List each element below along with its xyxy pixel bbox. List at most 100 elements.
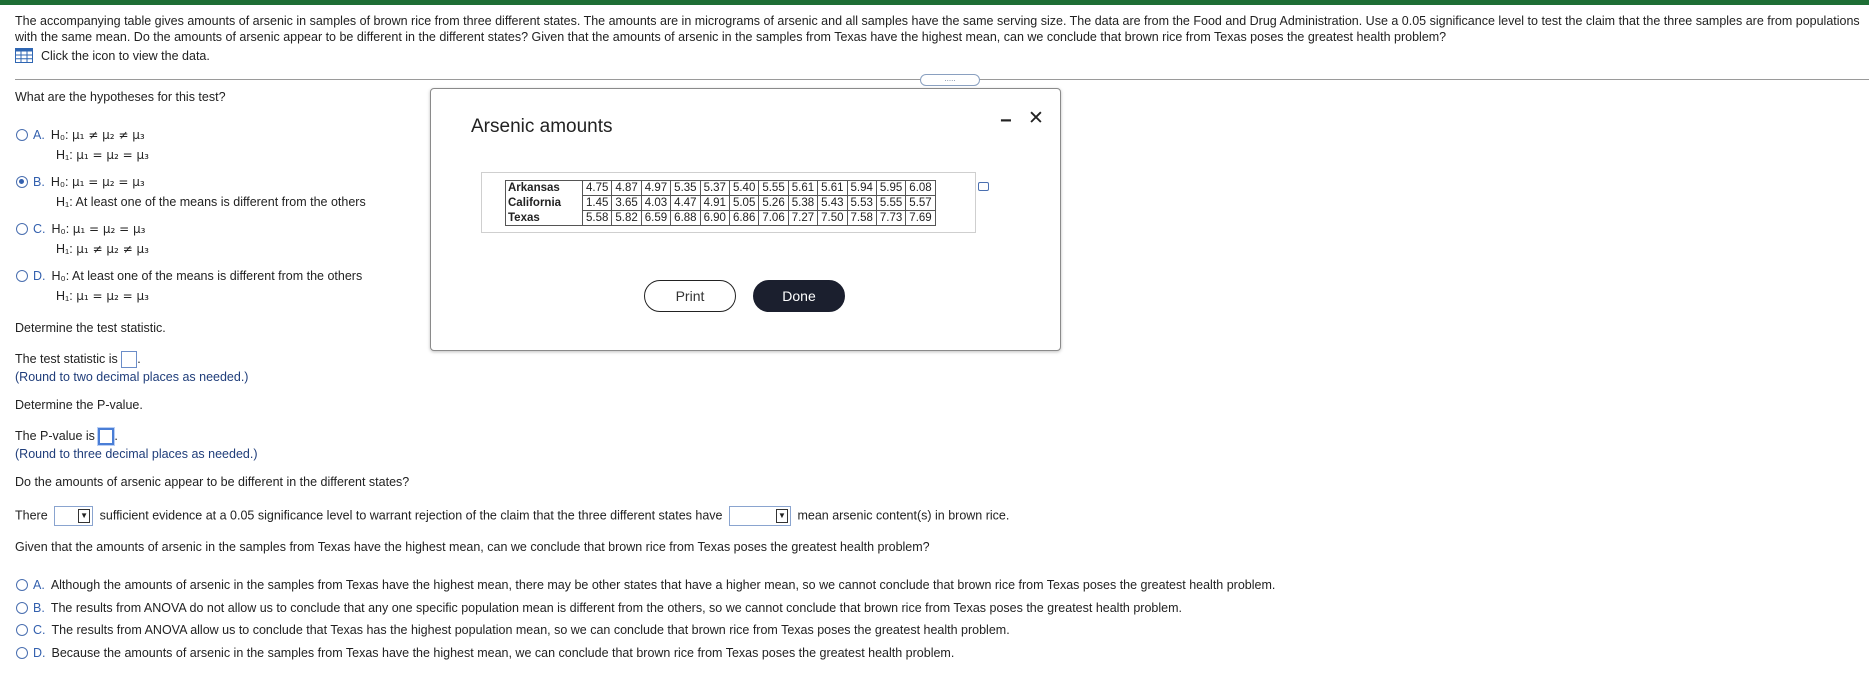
h1-label: H₁: — [56, 242, 73, 256]
p-value-hint: (Round to three decimal places as needed… — [15, 447, 258, 461]
table-grid-icon[interactable] — [15, 48, 33, 63]
option-letter: B. — [33, 601, 45, 615]
h1-label: H₁: — [56, 195, 73, 209]
minimize-icon[interactable]: − — [1000, 111, 1012, 133]
radio-final-d[interactable] — [16, 646, 28, 659]
final-option-b[interactable]: B. The results from ANOVA do not allow us… — [16, 598, 1182, 618]
data-modal: Arsenic amounts − ✕ Arkansas 4.75 4.87 4.97… — [430, 88, 1061, 351]
final-option-c[interactable]: C. The results from ANOVA allow us to con… — [16, 620, 1010, 640]
print-button[interactable]: Print — [644, 280, 736, 312]
p-value-heading: Determine the P-value. — [15, 398, 143, 412]
p-value-line: The P-value is . — [15, 428, 118, 445]
table-cell: 7.50 — [817, 210, 848, 226]
state-label: Arkansas — [505, 180, 583, 196]
table-cell: 6.90 — [699, 210, 730, 226]
mean-dropdown[interactable]: ▼ — [728, 506, 791, 526]
option-letter: A. — [33, 128, 45, 142]
option-letter: C. — [33, 222, 46, 236]
table-cell: 4.87 — [611, 180, 642, 196]
hypothesis-option-b[interactable]: B. H₀: μ₁ = μ₂ = μ₃ H₁: At least one of t… — [16, 172, 366, 212]
table-cell: 5.53 — [846, 195, 877, 211]
option-text: Although the amounts of arsenic in the s… — [50, 578, 1276, 592]
test-stat-prefix: The test statistic is — [15, 351, 118, 366]
option-letter: B. — [33, 175, 45, 189]
final-option-d[interactable]: D. Because the amounts of arsenic in the … — [16, 643, 954, 663]
table-cell: 5.35 — [670, 180, 701, 196]
radio-c[interactable] — [16, 222, 28, 235]
option-letter: C. — [33, 623, 46, 637]
table-cell: 5.95 — [875, 180, 907, 196]
table-cell: 4.75 — [581, 180, 613, 196]
table-cell: 5.61 — [787, 180, 819, 196]
radio-final-a[interactable] — [16, 578, 28, 591]
h0-label: H₀: — [51, 269, 70, 283]
hypothesis-option-c[interactable]: C. H₀: μ₁ = μ₂ = μ₃ H₁: μ₁ ≠ μ₂ ≠ μ₃ — [16, 219, 149, 259]
h0-text: μ₁ ≠ μ₂ ≠ μ₃ — [72, 128, 145, 142]
radio-final-b[interactable] — [16, 601, 28, 614]
conclusion-question: Do the amounts of arsenic appear to be d… — [15, 475, 410, 489]
conclusion-part4: mean arsenic content(s) in brown rice. — [797, 508, 1010, 523]
conclusion-part2: sufficient evidence at a — [99, 508, 227, 523]
table-cell: 1.45 — [581, 195, 613, 211]
final-option-a[interactable]: A. Although the amounts of arsenic in the… — [16, 575, 1275, 595]
table-cell: 5.82 — [611, 210, 642, 226]
view-data-link-text[interactable]: Click the icon to view the data. — [41, 49, 210, 63]
dropdown-arrow-icon[interactable]: ▼ — [775, 509, 788, 523]
h0-label: H₀: — [51, 222, 70, 236]
done-button[interactable]: Done — [753, 280, 845, 312]
table-cell: 5.55 — [758, 180, 789, 196]
p-value-input[interactable] — [98, 428, 115, 445]
radio-final-c[interactable] — [16, 623, 28, 636]
table-cell: 4.91 — [699, 195, 730, 211]
p-value-prefix: The P-value is — [15, 428, 95, 443]
table-cell: 5.43 — [817, 195, 848, 211]
option-letter: A. — [33, 578, 45, 592]
h0-text: μ₁ = μ₂ = μ₃ — [72, 222, 146, 236]
radio-b-selected[interactable] — [16, 175, 28, 188]
radio-a[interactable] — [16, 128, 28, 141]
question-intro: The accompanying table gives amounts of … — [15, 14, 1860, 44]
table-cell: 4.97 — [640, 180, 672, 196]
radio-d[interactable] — [16, 269, 28, 282]
h1-label: H₁: — [56, 148, 73, 162]
table-cell: 7.06 — [758, 210, 789, 226]
option-text: The results from ANOVA do not allow us t… — [50, 601, 1182, 615]
table-cell: 5.61 — [817, 180, 848, 196]
data-table-container: Arkansas 4.75 4.87 4.97 5.35 5.37 5.40 5.55 5.61… — [481, 172, 989, 233]
hypothesis-option-d[interactable]: D. H₀: At least one of the means is diffe… — [16, 266, 362, 306]
h1-text: μ₁ ≠ μ₂ ≠ μ₃ — [76, 242, 149, 256]
table-cell: 5.38 — [787, 195, 819, 211]
dropdown-arrow-icon[interactable]: ▼ — [78, 509, 91, 523]
option-text: Because the amounts of arsenic in the sa… — [51, 646, 955, 660]
table-cell: 5.37 — [699, 180, 730, 196]
table-cell: 6.59 — [640, 210, 672, 226]
test-stat-heading: Determine the test statistic. — [15, 321, 166, 335]
arsenic-table: Arkansas 4.75 4.87 4.97 5.35 5.37 5.40 5.55 5.61… — [505, 180, 936, 226]
conclusion-part1: There — [15, 508, 48, 523]
table-cell: 6.86 — [728, 210, 760, 226]
table-cell: 3.65 — [611, 195, 642, 211]
table-cell: 4.03 — [640, 195, 672, 211]
copy-icon[interactable] — [978, 182, 989, 191]
h1-text: μ₁ = μ₂ = μ₃ — [76, 148, 149, 162]
option-text: The results from ANOVA allow us to concl… — [51, 623, 1010, 637]
modal-title: Arsenic amounts — [471, 116, 613, 137]
view-data-link[interactable]: Click the icon to view the data. — [15, 48, 210, 63]
panel-resize-handle[interactable]: ..... — [920, 74, 980, 86]
h1-text: μ₁ = μ₂ = μ₃ — [76, 289, 149, 303]
h1-text: At least one of the means is different f… — [75, 195, 366, 209]
table-cell: 7.73 — [875, 210, 907, 226]
table-cell: 5.58 — [581, 210, 613, 226]
test-stat-hint: (Round to two decimal places as needed.) — [15, 370, 249, 384]
test-stat-input[interactable] — [121, 351, 138, 368]
option-letter: D. — [33, 646, 46, 660]
table-cell: 5.55 — [875, 195, 907, 211]
final-question: Given that the amounts of arsenic in the… — [15, 540, 930, 554]
option-letter: D. — [33, 269, 46, 283]
close-icon[interactable]: ✕ — [1028, 109, 1044, 129]
table-cell: 7.69 — [905, 210, 936, 226]
evidence-dropdown[interactable]: ▼ — [54, 506, 94, 526]
table-cell: 5.26 — [758, 195, 789, 211]
conclusion-sentence: There ▼ sufficient evidence at a 0.05 si… — [15, 506, 1009, 526]
hypothesis-option-a[interactable]: A. H₀: μ₁ ≠ μ₂ ≠ μ₃ H₁: μ₁ = μ₂ = μ₃ — [16, 125, 149, 165]
